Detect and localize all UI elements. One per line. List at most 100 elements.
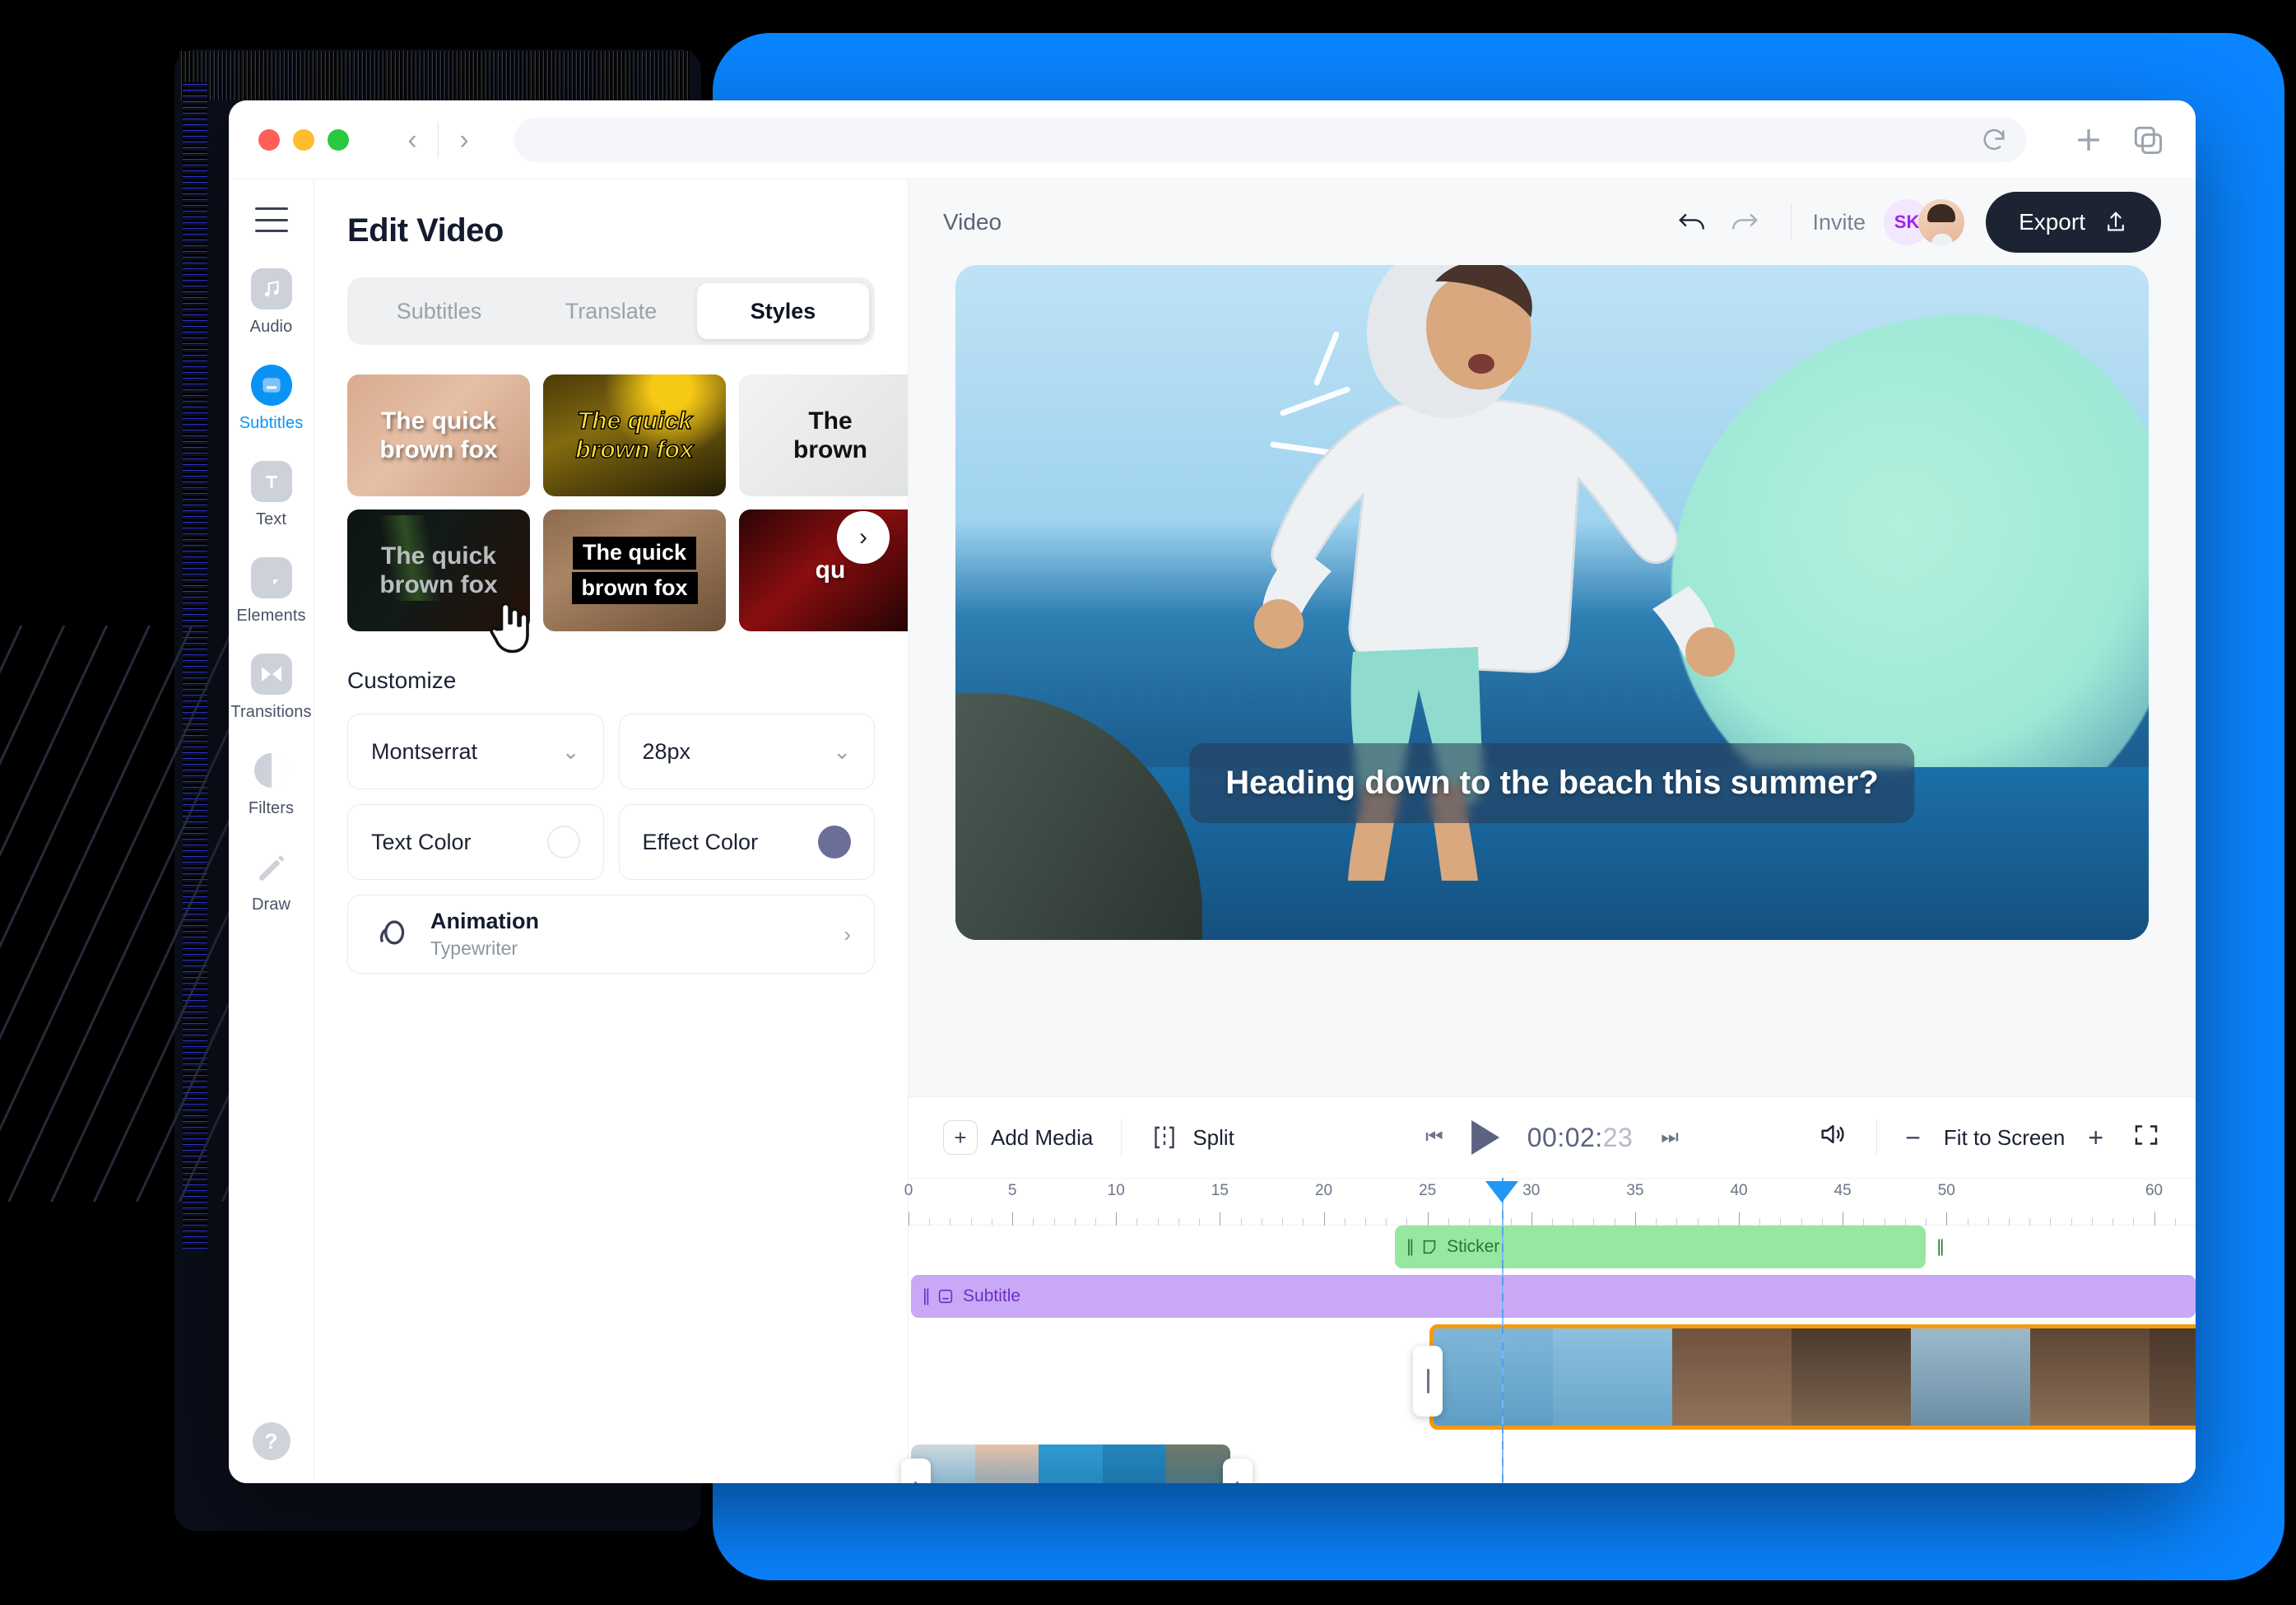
sidebar-item-subtitles[interactable]: Subtitles — [229, 365, 314, 433]
ruler-tick — [929, 1218, 931, 1226]
stage-title: Video — [943, 209, 1002, 235]
volume-icon[interactable] — [1815, 1120, 1848, 1155]
new-tab-icon[interactable] — [2071, 122, 2107, 158]
invite-button[interactable]: Invite — [1813, 210, 1866, 235]
sidebar-item-draw[interactable]: Draw — [229, 846, 314, 914]
subtitle-icon — [938, 1289, 953, 1304]
ruler-tick — [1136, 1218, 1138, 1226]
copy-tabs-icon[interactable] — [2130, 122, 2166, 158]
ruler-tick — [1240, 1218, 1242, 1226]
filmstrip-trim-handle-right[interactable] — [1222, 1458, 1253, 1483]
ruler-tick-label: 25 — [1419, 1182, 1437, 1199]
window-traffic-lights — [258, 128, 349, 151]
animation-row[interactable]: Animation Typewriter › — [347, 895, 875, 974]
timeline-tracks: || Sticker || || Subtitle — [900, 1226, 2196, 1483]
font-family-select[interactable]: Montserrat ⌄ — [347, 714, 604, 789]
close-window-button[interactable] — [258, 128, 280, 151]
tab-styles[interactable]: Styles — [697, 283, 869, 339]
play-icon[interactable] — [1471, 1120, 1499, 1155]
pencil-icon — [251, 846, 292, 887]
zoom-out-button[interactable]: − — [1905, 1123, 1921, 1153]
ruler-tick — [2029, 1218, 2031, 1226]
ruler-tick — [1634, 1212, 1636, 1226]
minimize-window-button[interactable] — [293, 128, 314, 151]
effect-color-swatch[interactable] — [818, 826, 851, 858]
playhead-line[interactable] — [1502, 1178, 1504, 1483]
sticker-clip-label: Sticker — [1447, 1237, 1500, 1256]
export-button[interactable]: Export — [1986, 192, 2161, 253]
undo-arrow-icon[interactable] — [1667, 197, 1718, 248]
skip-back-icon[interactable]: ⏮ — [1425, 1126, 1443, 1149]
sidebar-item-label: Subtitles — [239, 414, 304, 432]
ruler-tick — [1801, 1218, 1802, 1226]
track-row: || Subtitle — [909, 1275, 2196, 1318]
video-preview[interactable]: Heading down to the beach this summer? — [955, 265, 2149, 940]
ruler-tick — [1510, 1218, 1512, 1226]
font-size-select[interactable]: 28px ⌄ — [618, 714, 875, 789]
style-preset-card[interactable]: The brown — [739, 374, 908, 496]
ruler-tick — [1053, 1218, 1055, 1226]
filmstrip-trim-handle-left[interactable] — [900, 1458, 931, 1483]
sidebar-item-transitions[interactable]: Transitions — [229, 654, 314, 722]
playhead-knob[interactable] — [1485, 1181, 1519, 1203]
redo-arrow-icon[interactable] — [1718, 197, 1769, 248]
reload-icon[interactable] — [1980, 126, 2008, 154]
back-icon[interactable]: ‹ — [390, 118, 435, 162]
carousel-next-button[interactable]: › — [837, 511, 890, 564]
preset-line-2: brown — [793, 436, 867, 463]
ruler-tick — [2050, 1218, 2052, 1226]
style-preset-card[interactable]: The quick brown fox — [347, 374, 530, 496]
skip-forward-icon[interactable]: ⏭ — [1661, 1126, 1679, 1149]
video-clip[interactable] — [1429, 1324, 2196, 1430]
sidebar-item-elements[interactable]: Elements — [229, 557, 314, 626]
address-bar[interactable] — [514, 117, 2026, 162]
zoom-level-label[interactable]: Fit to Screen — [1944, 1125, 2065, 1151]
clip-trim-handle-left[interactable] — [1413, 1346, 1443, 1417]
style-preset-card[interactable]: The quick brown fox — [543, 374, 726, 496]
split-button[interactable]: Split — [1150, 1123, 1234, 1152]
timeline-right-controls: − Fit to Screen + — [1815, 1119, 2161, 1156]
customize-controls: Montserrat ⌄ 28px ⌄ Text Color Effect Co… — [347, 714, 875, 880]
hamburger-icon[interactable] — [254, 207, 288, 232]
forward-icon[interactable]: › — [442, 118, 486, 162]
ruler-tick-label: 0 — [904, 1182, 913, 1199]
zoom-in-button[interactable]: + — [2088, 1123, 2103, 1153]
preset-line-2: brown fox — [379, 571, 498, 598]
customize-heading: Customize — [347, 668, 457, 693]
tab-translate[interactable]: Translate — [525, 283, 697, 339]
sidebar-item-filters[interactable]: Filters — [229, 750, 314, 818]
ruler-tick — [1739, 1212, 1741, 1226]
sticker-clip-end[interactable]: || — [1926, 1226, 1951, 1268]
timeline-ruler[interactable]: 0 5 10 15 20 25 30 35 40 45 50 60 — [904, 1178, 2196, 1226]
filmstrip-clip[interactable] — [911, 1444, 1230, 1483]
avatar[interactable] — [1918, 199, 1965, 245]
style-preset-card[interactable]: The quick brown fox — [543, 509, 726, 631]
ruler-tick — [1780, 1218, 1782, 1226]
sticker-clip[interactable]: || Sticker — [1395, 1226, 1926, 1268]
help-button[interactable]: ? — [252, 1422, 290, 1460]
ruler-tick — [1386, 1218, 1387, 1226]
sidebar-item-label: Draw — [251, 896, 291, 914]
ruler-tick-label: 45 — [1834, 1182, 1852, 1199]
add-media-button[interactable]: + Add Media — [943, 1120, 1093, 1155]
fullscreen-icon[interactable] — [2131, 1120, 2161, 1156]
preset-line-1: The quick — [380, 542, 496, 570]
ruler-tick — [1863, 1218, 1865, 1226]
subtitle-clip[interactable]: || Subtitle — [911, 1275, 2196, 1318]
sidebar-item-text[interactable]: Text — [229, 461, 314, 529]
ruler-tick-label: 20 — [1314, 1182, 1333, 1199]
subtitles-icon — [250, 365, 292, 406]
text-color-swatch[interactable] — [546, 826, 580, 858]
sidebar-item-label: Audio — [249, 318, 293, 336]
ruler-tick-label: 35 — [1626, 1182, 1644, 1199]
effect-color-picker[interactable]: Effect Color — [618, 804, 875, 880]
ruler-tick — [1199, 1218, 1201, 1226]
maximize-window-button[interactable] — [328, 128, 349, 151]
text-color-picker[interactable]: Text Color — [347, 804, 604, 880]
ruler-tick — [2112, 1218, 2114, 1226]
timeline-toolbar: + Add Media Split ⏮ 00:02:23 ⏭ − Fit to … — [909, 1097, 2196, 1178]
track-row — [909, 1324, 2196, 1438]
sidebar-item-audio[interactable]: Audio — [229, 268, 314, 337]
ruler-tick — [1531, 1212, 1532, 1226]
tab-subtitles[interactable]: Subtitles — [353, 283, 525, 339]
